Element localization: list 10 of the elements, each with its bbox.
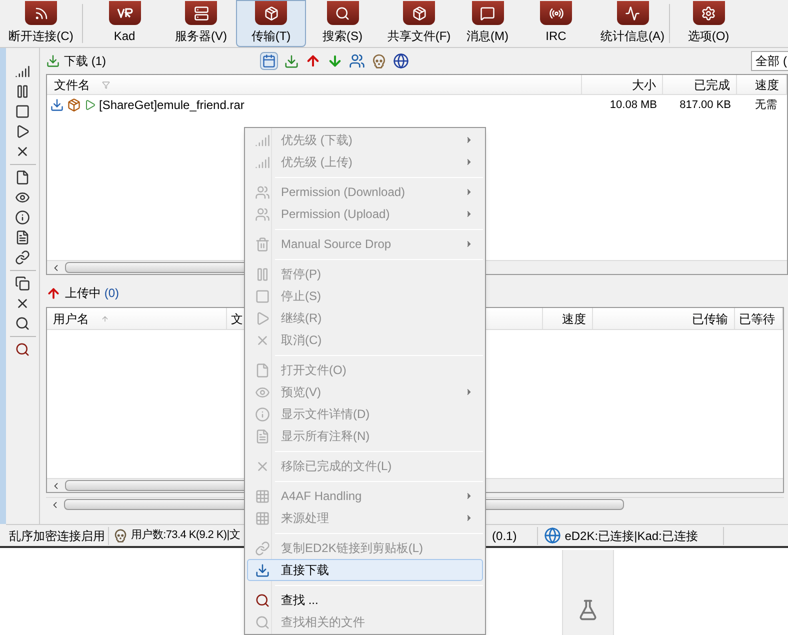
table-cell-text: 10.08 MB — [608, 98, 658, 113]
downloads-title: 下载 (1) — [64, 53, 106, 70]
status-text: eD2K:已连接|Kad:已连接 — [564, 526, 724, 544]
status-text: (0.1) — [492, 526, 538, 544]
status-text: 用户数:73.4 K(9.2 K)|文 — [131, 528, 240, 544]
uploads-title: 上传中 (0) — [65, 285, 120, 302]
table-cell-text: 无需 — [754, 98, 778, 113]
status-text: 乱序加密连接启用 — [6, 526, 109, 544]
table-cell-text: 817.00 KB — [678, 98, 732, 113]
file-name: [ShareGet]emule_friend.rar — [99, 97, 244, 114]
